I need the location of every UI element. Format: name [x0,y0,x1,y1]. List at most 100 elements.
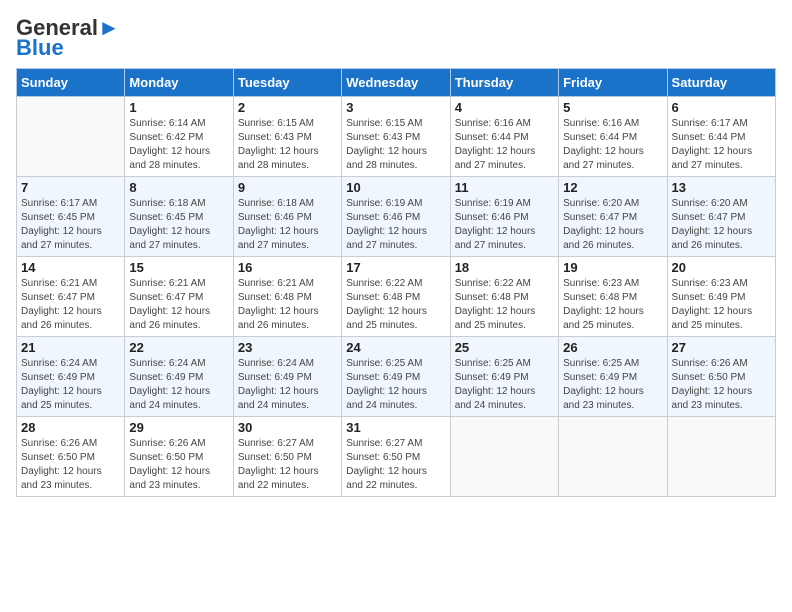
calendar-cell [450,417,558,497]
calendar-cell: 13 Sunrise: 6:20 AMSunset: 6:47 PMDayligh… [667,177,775,257]
calendar-week-2: 7 Sunrise: 6:17 AMSunset: 6:45 PMDaylight… [17,177,776,257]
calendar-week-5: 28Sunrise: 6:26 AMSunset: 6:50 PMDayligh… [17,417,776,497]
calendar-cell: 10 Sunrise: 6:19 AMSunset: 6:46 PMDayligh… [342,177,450,257]
day-number: 10 [346,180,445,195]
day-of-week-friday: Friday [559,69,667,97]
day-of-week-tuesday: Tuesday [233,69,341,97]
calendar-cell: 9 Sunrise: 6:18 AMSunset: 6:46 PMDaylight… [233,177,341,257]
day-of-week-saturday: Saturday [667,69,775,97]
calendar-cell: 2Sunrise: 6:15 AMSunset: 6:43 PMDaylight… [233,97,341,177]
day-info: Sunrise: 6:27 AMSunset: 6:50 PMDaylight:… [346,437,445,493]
calendar-cell [17,97,125,177]
day-number: 27 [672,340,771,355]
day-info: Sunrise: 6:22 AMSunset: 6:48 PMDaylight:… [455,277,554,333]
day-info: Sunrise: 6:15 AMSunset: 6:43 PMDaylight:… [238,117,337,173]
day-info: Sunrise: 6:25 AMSunset: 6:49 PMDaylight:… [563,357,662,413]
calendar-cell: 5 Sunrise: 6:16 AMSunset: 6:44 PMDaylight… [559,97,667,177]
calendar-cell: 8 Sunrise: 6:18 AMSunset: 6:45 PMDaylight… [125,177,233,257]
day-number: 3 [346,100,445,115]
calendar-cell: 22 Sunrise: 6:24 AMSunset: 6:49 PMDayligh… [125,337,233,417]
calendar-cell: 26 Sunrise: 6:25 AMSunset: 6:49 PMDayligh… [559,337,667,417]
calendar-cell: 12Sunrise: 6:20 AMSunset: 6:47 PMDayligh… [559,177,667,257]
day-info: Sunrise: 6:22 AMSunset: 6:48 PMDaylight:… [346,277,445,333]
calendar-cell: 19 Sunrise: 6:23 AMSunset: 6:48 PMDayligh… [559,257,667,337]
day-info: Sunrise: 6:27 AMSunset: 6:50 PMDaylight:… [238,437,337,493]
day-number: 18 [455,260,554,275]
day-number: 25 [455,340,554,355]
calendar-week-1: 1Sunrise: 6:14 AMSunset: 6:42 PMDaylight… [17,97,776,177]
day-number: 24 [346,340,445,355]
day-number: 8 [129,180,228,195]
calendar-cell: 15 Sunrise: 6:21 AMSunset: 6:47 PMDayligh… [125,257,233,337]
calendar-cell: 23 Sunrise: 6:24 AMSunset: 6:49 PMDayligh… [233,337,341,417]
day-info: Sunrise: 6:23 AMSunset: 6:48 PMDaylight:… [563,277,662,333]
day-info: Sunrise: 6:15 AMSunset: 6:43 PMDaylight:… [346,117,445,173]
calendar-cell: 31Sunrise: 6:27 AMSunset: 6:50 PMDayligh… [342,417,450,497]
day-number: 14 [21,260,120,275]
day-number: 22 [129,340,228,355]
calendar-cell: 4 Sunrise: 6:16 AMSunset: 6:44 PMDaylight… [450,97,558,177]
day-info: Sunrise: 6:26 AMSunset: 6:50 PMDaylight:… [672,357,771,413]
day-info: Sunrise: 6:24 AMSunset: 6:49 PMDaylight:… [21,357,120,413]
day-info: Sunrise: 6:21 AMSunset: 6:47 PMDaylight:… [129,277,228,333]
calendar-cell: 24 Sunrise: 6:25 AMSunset: 6:49 PMDayligh… [342,337,450,417]
calendar-cell: 3 Sunrise: 6:15 AMSunset: 6:43 PMDaylight… [342,97,450,177]
day-number: 6 [672,100,771,115]
page-header: General► Blue [16,16,776,60]
day-number: 16 [238,260,337,275]
day-info: Sunrise: 6:25 AMSunset: 6:49 PMDaylight:… [346,357,445,413]
day-number: 5 [563,100,662,115]
day-info: Sunrise: 6:19 AMSunset: 6:46 PMDaylight:… [346,197,445,253]
calendar-cell: 16 Sunrise: 6:21 AMSunset: 6:48 PMDayligh… [233,257,341,337]
day-info: Sunrise: 6:18 AMSunset: 6:46 PMDaylight:… [238,197,337,253]
calendar-cell: 30 Sunrise: 6:27 AMSunset: 6:50 PMDayligh… [233,417,341,497]
day-number: 23 [238,340,337,355]
day-info: Sunrise: 6:16 AMSunset: 6:44 PMDaylight:… [563,117,662,173]
day-number: 26 [563,340,662,355]
calendar-cell [559,417,667,497]
calendar-cell: 25 Sunrise: 6:25 AMSunset: 6:49 PMDayligh… [450,337,558,417]
day-number: 9 [238,180,337,195]
day-info: Sunrise: 6:16 AMSunset: 6:44 PMDaylight:… [455,117,554,173]
calendar-week-4: 21Sunrise: 6:24 AMSunset: 6:49 PMDayligh… [17,337,776,417]
logo: General► Blue [16,16,120,60]
day-info: Sunrise: 6:24 AMSunset: 6:49 PMDaylight:… [238,357,337,413]
day-of-week-wednesday: Wednesday [342,69,450,97]
calendar-cell: 21Sunrise: 6:24 AMSunset: 6:49 PMDayligh… [17,337,125,417]
day-info: Sunrise: 6:21 AMSunset: 6:47 PMDaylight:… [21,277,120,333]
day-number: 13 [672,180,771,195]
day-info: Sunrise: 6:20 AMSunset: 6:47 PMDaylight:… [672,197,771,253]
calendar-cell: 20 Sunrise: 6:23 AMSunset: 6:49 PMDayligh… [667,257,775,337]
day-number: 15 [129,260,228,275]
day-info: Sunrise: 6:21 AMSunset: 6:48 PMDaylight:… [238,277,337,333]
day-info: Sunrise: 6:24 AMSunset: 6:49 PMDaylight:… [129,357,228,413]
calendar-week-3: 14 Sunrise: 6:21 AMSunset: 6:47 PMDayligh… [17,257,776,337]
day-number: 20 [672,260,771,275]
day-number: 17 [346,260,445,275]
day-number: 4 [455,100,554,115]
day-number: 11 [455,180,554,195]
day-of-week-thursday: Thursday [450,69,558,97]
calendar-cell: 11Sunrise: 6:19 AMSunset: 6:46 PMDayligh… [450,177,558,257]
day-info: Sunrise: 6:23 AMSunset: 6:49 PMDaylight:… [672,277,771,333]
calendar-cell: 27 Sunrise: 6:26 AMSunset: 6:50 PMDayligh… [667,337,775,417]
calendar-cell: 7 Sunrise: 6:17 AMSunset: 6:45 PMDaylight… [17,177,125,257]
calendar-cell: 18 Sunrise: 6:22 AMSunset: 6:48 PMDayligh… [450,257,558,337]
day-info: Sunrise: 6:17 AMSunset: 6:45 PMDaylight:… [21,197,120,253]
calendar-cell: 1Sunrise: 6:14 AMSunset: 6:42 PMDaylight… [125,97,233,177]
calendar-header-row: SundayMondayTuesdayWednesdayThursdayFrid… [17,69,776,97]
day-info: Sunrise: 6:17 AMSunset: 6:44 PMDaylight:… [672,117,771,173]
day-info: Sunrise: 6:25 AMSunset: 6:49 PMDaylight:… [455,357,554,413]
calendar-cell [667,417,775,497]
calendar-cell: 14 Sunrise: 6:21 AMSunset: 6:47 PMDayligh… [17,257,125,337]
day-info: Sunrise: 6:14 AMSunset: 6:42 PMDaylight:… [129,117,228,173]
calendar-cell: 6 Sunrise: 6:17 AMSunset: 6:44 PMDaylight… [667,97,775,177]
calendar-cell: 28Sunrise: 6:26 AMSunset: 6:50 PMDayligh… [17,417,125,497]
day-number: 19 [563,260,662,275]
day-of-week-monday: Monday [125,69,233,97]
day-number: 7 [21,180,120,195]
logo-blue: Blue [16,36,64,60]
day-info: Sunrise: 6:18 AMSunset: 6:45 PMDaylight:… [129,197,228,253]
calendar-table: SundayMondayTuesdayWednesdayThursdayFrid… [16,68,776,497]
day-number: 30 [238,420,337,435]
